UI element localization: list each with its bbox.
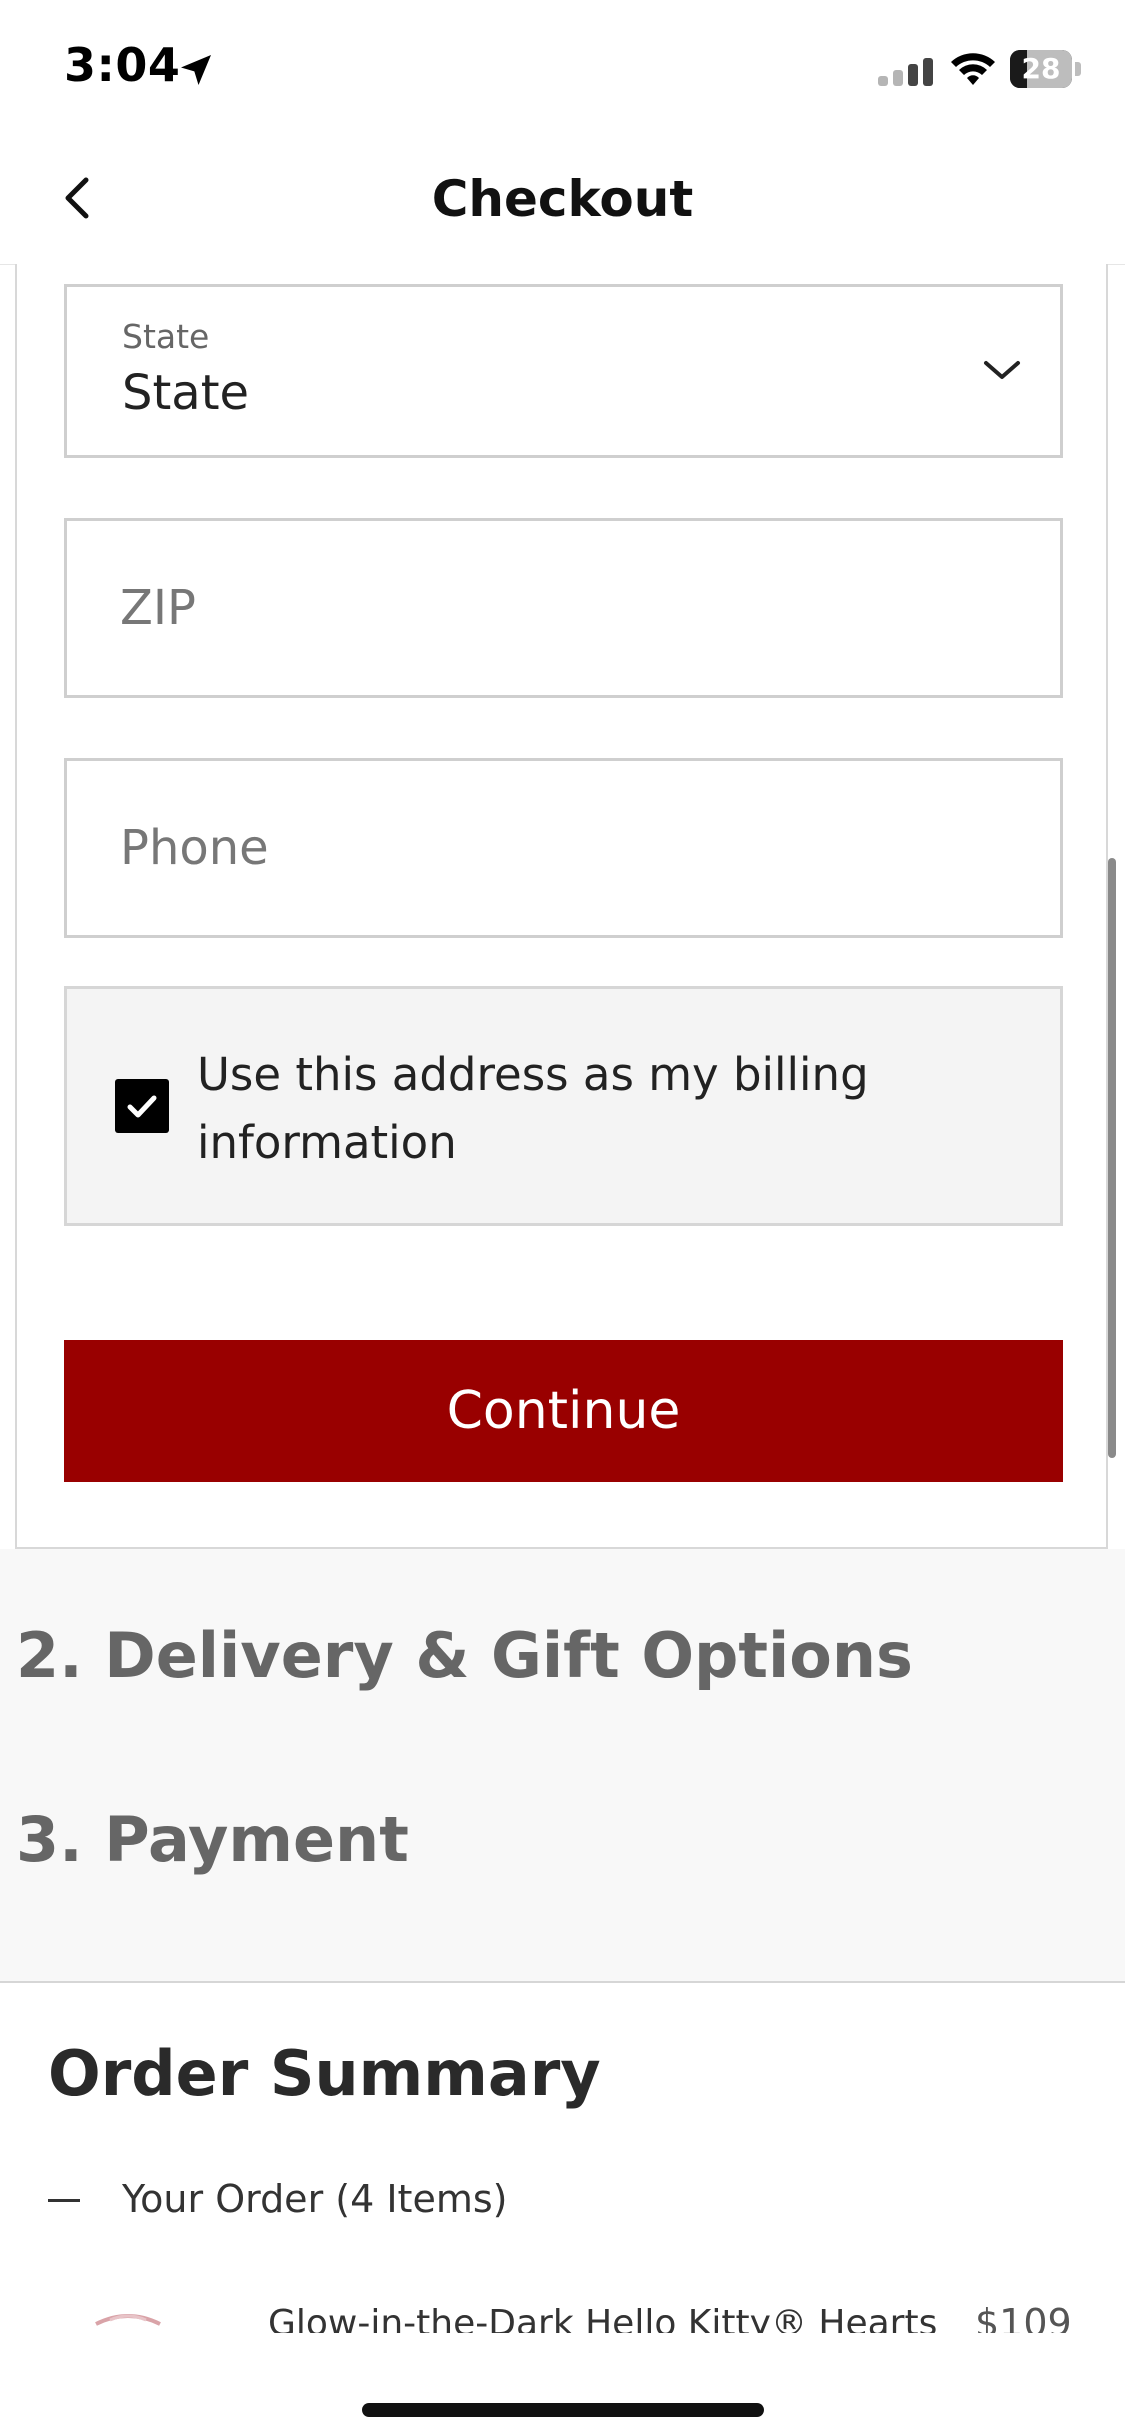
battery-percentage: 28 — [1021, 52, 1061, 85]
continue-button[interactable]: Continue — [64, 1340, 1063, 1482]
cellular-signal-icon — [878, 58, 933, 86]
wifi-icon — [951, 53, 995, 85]
state-select[interactable]: State State — [64, 284, 1063, 458]
checkout-steps: 2. Delivery & Gift Options 3. Payment — [0, 1549, 1125, 1983]
scrollbar[interactable] — [1108, 858, 1116, 1458]
state-selected-value: State — [122, 365, 250, 421]
status-bar: 3:04 28 — [0, 0, 1125, 130]
chevron-down-icon — [984, 361, 1020, 379]
status-time: 3:04 — [64, 38, 181, 92]
battery-icon: 28 — [1010, 50, 1082, 88]
billing-address-option: Use this address as my billing informati… — [64, 986, 1063, 1226]
order-item-price: $109 — [975, 2301, 1072, 2333]
order-summary-title: Order Summary — [48, 2037, 601, 2110]
order-item-name: Glow-in-the-Dark Hello Kitty® Hearts — [268, 2303, 938, 2333]
home-indicator[interactable] — [362, 2403, 764, 2417]
step-payment[interactable]: 3. Payment — [16, 1803, 409, 1876]
phone-input[interactable] — [67, 761, 1060, 935]
location-arrow-icon — [181, 55, 211, 85]
zip-input[interactable] — [67, 521, 1060, 695]
shipping-address-form: State State Use this address as my billi… — [15, 264, 1108, 1549]
product-thumbnail — [95, 2314, 161, 2326]
battery-cap — [1075, 62, 1081, 76]
billing-checkbox-label: Use this address as my billing informati… — [197, 1048, 869, 1169]
page-title: Checkout — [431, 170, 694, 228]
battery-body: 28 — [1010, 50, 1072, 88]
your-order-toggle[interactable]: Your Order (4 Items) — [122, 2177, 507, 2221]
step-delivery-gift-options[interactable]: 2. Delivery & Gift Options — [16, 1619, 913, 1692]
billing-checkbox[interactable] — [115, 1079, 169, 1133]
zip-field — [64, 518, 1063, 698]
order-summary: Order Summary Your Order (4 Items) Glow-… — [0, 1983, 1125, 2333]
minus-icon[interactable] — [48, 2199, 80, 2202]
checkout-screen: 3:04 28 Checkout State State ZIP Phone U… — [0, 0, 1125, 2436]
navigation-bar: Checkout — [0, 130, 1125, 265]
home-indicator-area — [0, 2333, 1125, 2436]
phone-field — [64, 758, 1063, 938]
checkmark-icon — [127, 1095, 157, 1118]
state-field-label: State — [122, 317, 210, 356]
